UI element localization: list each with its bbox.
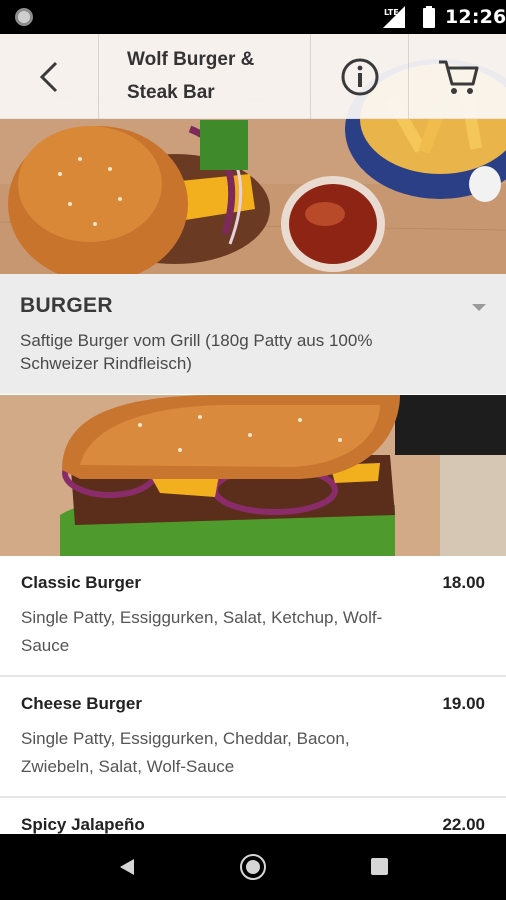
menu-item[interactable]: Spicy Jalapeño 22.00: [0, 798, 506, 834]
nav-recents-icon[interactable]: [371, 858, 388, 875]
cart-button[interactable]: [409, 34, 506, 119]
svg-text:LTE: LTE: [384, 8, 399, 17]
item-description: Single Patty, Essiggurken, Salat, Ketchu…: [21, 608, 383, 655]
item-name: Spicy Jalapeño: [21, 815, 145, 834]
expand-caret-icon: [472, 304, 486, 311]
item-price: 22.00: [442, 815, 485, 834]
app-bar-divider: [98, 34, 99, 119]
category-description: Saftige Burger vom Grill (180g Patty aus…: [20, 331, 373, 373]
notification-icon: [15, 8, 33, 26]
menu-list: Classic Burger 18.00 Single Patty, Essig…: [0, 556, 506, 834]
app-bar: Wolf Burger & Steak Bar: [0, 34, 506, 119]
info-icon: [341, 58, 378, 95]
category-title: BURGER: [20, 294, 113, 317]
battery-icon: [423, 6, 435, 28]
menu-item[interactable]: Cheese Burger 19.00 Single Patty, Essigg…: [0, 677, 506, 798]
status-bar: LTE 12:26: [0, 0, 506, 34]
info-button[interactable]: [311, 34, 408, 119]
page-title: Wolf Burger & Steak Bar: [127, 49, 255, 103]
status-time: 12:26: [445, 6, 506, 28]
system-nav-bar: [0, 834, 506, 900]
item-name: Classic Burger: [21, 573, 141, 592]
item-price: 19.00: [442, 694, 485, 713]
category-header-burger[interactable]: BURGER Saftige Burger vom Grill (180g Pa…: [0, 274, 506, 394]
menu-item[interactable]: Classic Burger 18.00 Single Patty, Essig…: [0, 556, 506, 677]
item-name: Cheese Burger: [21, 694, 142, 713]
back-arrow-icon: [39, 61, 58, 92]
nav-back-icon[interactable]: [116, 856, 138, 878]
signal-icon: LTE: [383, 6, 405, 28]
back-button[interactable]: [0, 34, 98, 119]
nav-home-icon[interactable]: [240, 854, 266, 880]
item-description: Single Patty, Essiggurken, Cheddar, Baco…: [21, 729, 350, 776]
category-image: [0, 395, 506, 556]
cart-icon: [438, 60, 478, 94]
item-price: 18.00: [442, 573, 485, 592]
